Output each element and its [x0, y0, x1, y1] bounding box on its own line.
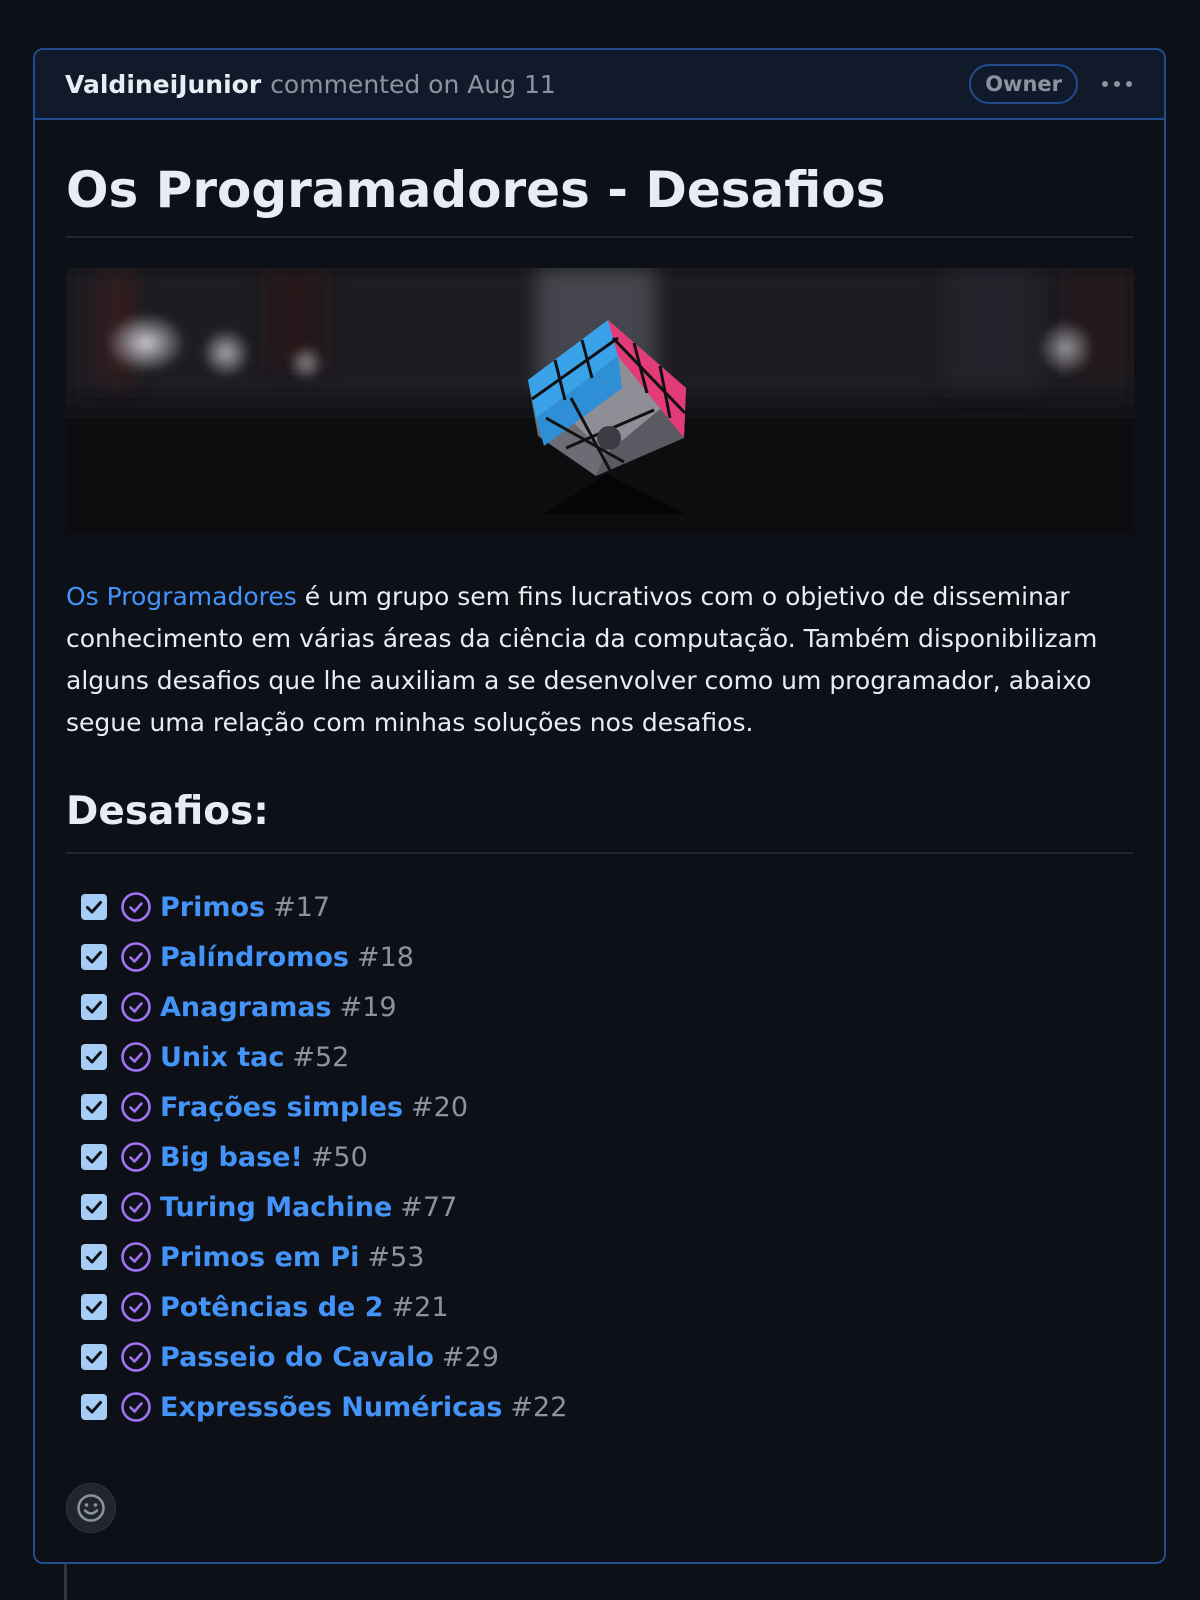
issue-number[interactable]: #50	[311, 1142, 368, 1173]
task-checkbox[interactable]	[81, 894, 107, 920]
issue-closed-icon	[121, 1292, 151, 1322]
check-icon	[86, 1051, 102, 1064]
task-link[interactable]: Palíndromos	[160, 942, 349, 973]
comment-header: ValdineiJunior commented on Aug 11 Owner	[35, 50, 1164, 120]
task-list-item: Palíndromos #18	[81, 932, 1133, 982]
owner-badge: Owner	[969, 64, 1078, 104]
task-checkbox[interactable]	[81, 1194, 107, 1220]
check-icon	[86, 1151, 102, 1164]
task-link[interactable]: Passeio do Cavalo	[160, 1342, 434, 1373]
issue-closed-icon	[121, 1092, 151, 1122]
task-list-item: Expressões Numéricas #22	[81, 1382, 1133, 1432]
comment-timestamp[interactable]: commented on Aug 11	[270, 70, 556, 99]
check-icon	[86, 1101, 102, 1114]
check-icon	[86, 1401, 102, 1414]
issue-number[interactable]: #21	[392, 1292, 449, 1323]
check-icon	[86, 1001, 102, 1014]
task-list-item: Primos #17	[81, 882, 1133, 932]
task-checkbox[interactable]	[81, 1144, 107, 1170]
task-list-item: Unix tac #52	[81, 1032, 1133, 1082]
page-title: Os Programadores - Desafios	[66, 120, 1133, 238]
task-checkbox[interactable]	[81, 1394, 107, 1420]
issue-closed-icon	[121, 1192, 151, 1222]
task-checkbox[interactable]	[81, 1244, 107, 1270]
issue-number[interactable]: #20	[411, 1092, 468, 1123]
task-link[interactable]: Primos	[160, 892, 265, 923]
issue-number[interactable]: #29	[442, 1342, 499, 1373]
issue-number[interactable]: #22	[510, 1392, 567, 1423]
issue-closed-icon	[121, 1142, 151, 1172]
check-icon	[86, 951, 102, 964]
issue-number[interactable]: #18	[357, 942, 414, 973]
task-list-item: Frações simples #20	[81, 1082, 1133, 1132]
issue-number[interactable]: #53	[367, 1242, 424, 1273]
task-checkbox[interactable]	[81, 1294, 107, 1320]
more-options-button[interactable]	[1100, 75, 1134, 93]
section-title: Desafios:	[66, 784, 1133, 854]
check-icon	[86, 1251, 102, 1264]
issue-closed-icon	[121, 1342, 151, 1372]
task-checkbox[interactable]	[81, 1044, 107, 1070]
task-link[interactable]: Expressões Numéricas	[160, 1392, 502, 1423]
kebab-dot	[1114, 81, 1120, 87]
task-list-item: Turing Machine #77	[81, 1182, 1133, 1232]
task-list-item: Passeio do Cavalo #29	[81, 1332, 1133, 1382]
task-list-item: Big base! #50	[81, 1132, 1133, 1182]
task-link[interactable]: Frações simples	[160, 1092, 403, 1123]
rubiks-cube-photo	[66, 268, 1134, 534]
smiley-icon	[77, 1494, 105, 1522]
hero-image	[66, 268, 1134, 534]
task-list-item: Primos em Pi #53	[81, 1232, 1133, 1282]
os-programadores-link[interactable]: Os Programadores	[66, 582, 297, 611]
task-link[interactable]: Primos em Pi	[160, 1242, 359, 1273]
task-checkbox[interactable]	[81, 944, 107, 970]
kebab-horizontal-icon	[1102, 81, 1108, 87]
add-reaction-button[interactable]	[66, 1483, 116, 1533]
issue-closed-icon	[121, 892, 151, 922]
task-link[interactable]: Anagramas	[160, 992, 332, 1023]
task-list-item: Potências de 2 #21	[81, 1282, 1133, 1332]
issue-number[interactable]: #17	[273, 892, 330, 923]
comment-body: Os Programadores - Desafios Os Programad…	[35, 120, 1164, 1432]
kebab-dot	[1126, 81, 1132, 87]
check-icon	[86, 901, 102, 914]
issue-number[interactable]: #19	[340, 992, 397, 1023]
issue-closed-icon	[121, 942, 151, 972]
task-checkbox[interactable]	[81, 994, 107, 1020]
task-link[interactable]: Potências de 2	[160, 1292, 384, 1323]
task-list-item: Anagramas #19	[81, 982, 1133, 1032]
issue-closed-icon	[121, 1242, 151, 1272]
intro-paragraph: Os Programadores é um grupo sem fins luc…	[66, 576, 1133, 744]
check-icon	[86, 1301, 102, 1314]
task-link[interactable]: Big base!	[160, 1142, 303, 1173]
check-icon	[86, 1201, 102, 1214]
task-link[interactable]: Turing Machine	[160, 1192, 392, 1223]
check-icon	[86, 1351, 102, 1364]
timeline-line	[64, 1560, 67, 1600]
issue-number[interactable]: #52	[292, 1042, 349, 1073]
task-checkbox[interactable]	[81, 1094, 107, 1120]
issue-number[interactable]: #77	[400, 1192, 457, 1223]
issue-closed-icon	[121, 1392, 151, 1422]
task-checkbox[interactable]	[81, 1344, 107, 1370]
issue-comment: ValdineiJunior commented on Aug 11 Owner…	[33, 48, 1166, 1564]
comment-author[interactable]: ValdineiJunior	[65, 70, 261, 99]
task-list: Primos #17 Palíndromos #18 Anagramas #19 Unix …	[66, 882, 1133, 1432]
issue-closed-icon	[121, 992, 151, 1022]
issue-closed-icon	[121, 1042, 151, 1072]
task-link[interactable]: Unix tac	[160, 1042, 284, 1073]
